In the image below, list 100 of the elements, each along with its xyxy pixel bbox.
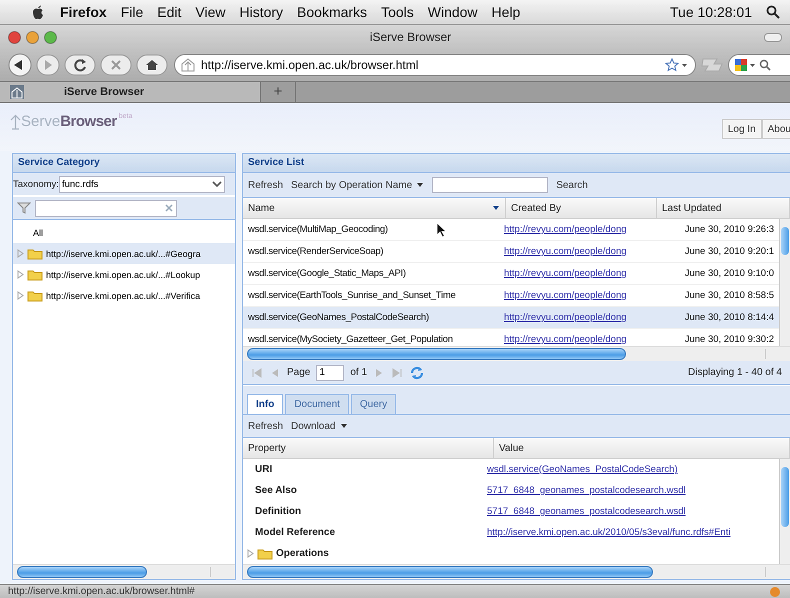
tree-item[interactable]: http://iserve.kmi.open.ac.uk/...#Geogra (13, 243, 235, 264)
tree-item[interactable]: http://iserve.kmi.open.ac.uk/...#Verifica (13, 285, 235, 306)
profile-link[interactable]: http://revyu.com/people/dong (504, 290, 627, 301)
table-cell-text: June 30, 2010 8:14:4 (684, 312, 775, 323)
menu-item[interactable]: View (195, 4, 226, 20)
expand-arrow-icon[interactable] (17, 291, 24, 300)
scrollbar[interactable] (13, 564, 235, 579)
search-field[interactable] (432, 177, 548, 193)
expand-arrow-icon[interactable] (17, 249, 24, 258)
filter-field[interactable] (35, 200, 177, 216)
table-cell-text: June 30, 2010 9:10:0 (684, 268, 775, 279)
expand-arrow-icon[interactable] (17, 270, 24, 279)
menu-item[interactable]: Help (492, 4, 520, 20)
property-name: See Also (254, 485, 298, 496)
zoom-button[interactable] (44, 30, 57, 44)
logo-text: Serve (21, 113, 60, 130)
table-cell-text: June 30, 2010 8:58:5 (684, 290, 775, 301)
table-cell: wsdl.service(RenderServiceSoap) (248, 246, 384, 257)
window-title: iServe Browser (368, 30, 452, 44)
tree-item[interactable]: All (13, 222, 235, 243)
folder-icon (27, 268, 43, 281)
site-icon (10, 85, 24, 99)
folder-icon (27, 289, 43, 302)
tab[interactable]: Info (247, 394, 284, 414)
address-field[interactable]: http://iserve.kmi.open.ac.uk/browser.html (174, 54, 696, 76)
refresh-button[interactable]: Refresh (248, 180, 284, 190)
refresh-icon[interactable] (409, 364, 426, 380)
status-text: http://iserve.kmi.open.ac.uk/browser.html# (8, 586, 195, 597)
profile-link[interactable]: http://revyu.com/people/dong (504, 224, 627, 235)
panel-title: Service List (243, 154, 790, 173)
filter-icon[interactable] (17, 201, 31, 215)
menu-item[interactable]: Bookmarks (297, 4, 368, 20)
table-row[interactable]: wsdl.service(RenderServiceSoap) http://revyu.com/people/dong June 30, 2010 9:20:1 (243, 241, 779, 263)
tree-item[interactable]: Operations (243, 547, 341, 560)
property-name: URI (254, 464, 274, 475)
column-header[interactable]: Created By (506, 198, 657, 218)
logo-text: Browser (60, 113, 117, 130)
search-field[interactable] (728, 54, 790, 76)
value-link[interactable]: wsdl.service(GeoNames_PostalCodeSearch) (487, 464, 678, 475)
home-button[interactable] (136, 54, 168, 76)
page-field[interactable]: 1 (316, 364, 344, 380)
table-row[interactable]: wsdl.service(GeoNames_PostalCodeSearch) http://revyu.com/people/dong June 30, 2010 8:14:4 (243, 307, 779, 329)
download-dropdown[interactable]: Download (291, 420, 348, 432)
tab[interactable]: Document (285, 394, 349, 414)
menu-item[interactable]: Tools (381, 4, 414, 20)
header-button[interactable]: Abou (762, 119, 790, 139)
search-icon[interactable] (766, 5, 780, 20)
new-tab-button[interactable]: + (261, 82, 296, 102)
menu-item[interactable]: File (120, 4, 144, 20)
panel-title: Service Category (13, 154, 235, 173)
first-page-icon[interactable] (251, 366, 263, 378)
scrollbar[interactable] (243, 564, 790, 579)
scrollbar[interactable] (243, 346, 790, 361)
table-cell: wsdl.service(GeoNames_PostalCodeSearch) (248, 312, 429, 323)
value-link[interactable]: 5717_6848_geonames_postalcodesearch.wsdl (487, 506, 686, 517)
menu-item[interactable]: Edit (157, 4, 182, 20)
caret-icon (416, 182, 424, 188)
taxonomy-dropdown[interactable]: func.rdfs (58, 176, 225, 192)
close-button[interactable] (8, 30, 21, 44)
reload-button[interactable] (64, 54, 96, 76)
page-count: of 1 (350, 367, 368, 378)
search-icon (759, 59, 771, 72)
scrollbar[interactable] (779, 219, 790, 346)
refresh-button[interactable]: Refresh (248, 420, 284, 432)
last-page-icon[interactable] (391, 366, 404, 378)
column-header[interactable]: Value (494, 438, 790, 458)
profile-link[interactable]: http://revyu.com/people/dong (504, 246, 627, 257)
folder-icon (27, 247, 43, 260)
toolbar-toggle-button[interactable] (764, 32, 782, 42)
column-header[interactable]: Property (243, 438, 494, 458)
browser-tab[interactable]: iServe Browser (0, 82, 261, 102)
value-link[interactable]: 5717_6848_geonames_postalcodesearch.wsdl (487, 485, 686, 496)
search-mode-dropdown[interactable]: Search by Operation Name (291, 180, 424, 190)
profile-link[interactable]: http://revyu.com/people/dong (504, 268, 627, 279)
caret-icon (340, 423, 348, 429)
bookmark-star-icon[interactable] (665, 58, 689, 72)
header-button[interactable]: Log In (722, 119, 762, 139)
search-button[interactable]: Search (556, 180, 588, 190)
paging-status: Displaying 1 - 40 of 4 (688, 367, 782, 378)
scrollbar[interactable] (779, 459, 790, 564)
sort-caret-icon[interactable] (492, 205, 500, 211)
menu-item[interactable]: Firefox (60, 4, 107, 20)
column-header[interactable]: Last Updated (657, 198, 790, 218)
menu-item[interactable]: History (239, 4, 284, 20)
addon-icon (768, 586, 782, 598)
tab[interactable]: Query (350, 394, 396, 414)
table-row[interactable]: wsdl.service(Google_Static_Maps_API) http://revyu.com/people/dong June 30, 2010 9:10:0 (243, 263, 779, 285)
menu-clock: Tue 10:28:01 (670, 4, 752, 20)
menu-item[interactable]: Window (428, 4, 478, 20)
profile-link[interactable]: http://revyu.com/people/dong (504, 334, 627, 345)
minimize-button[interactable] (26, 30, 39, 44)
profile-link[interactable]: http://revyu.com/people/dong (504, 312, 627, 323)
apple-icon (30, 4, 46, 20)
column-header[interactable]: Name (243, 198, 506, 218)
tree-item[interactable]: http://iserve.kmi.open.ac.uk/...#Lookup (13, 264, 235, 285)
property-name: Model Reference (254, 527, 336, 538)
expand-arrow-icon[interactable] (247, 549, 254, 558)
table-cell: wsdl.service(MySociety_Gazetteer_Get_Population (248, 334, 453, 345)
page-label: Page (287, 367, 310, 378)
value-link[interactable]: http://iserve.kmi.open.ac.uk/2010/05/s3eval/func.rdfs#Enti (487, 527, 730, 538)
